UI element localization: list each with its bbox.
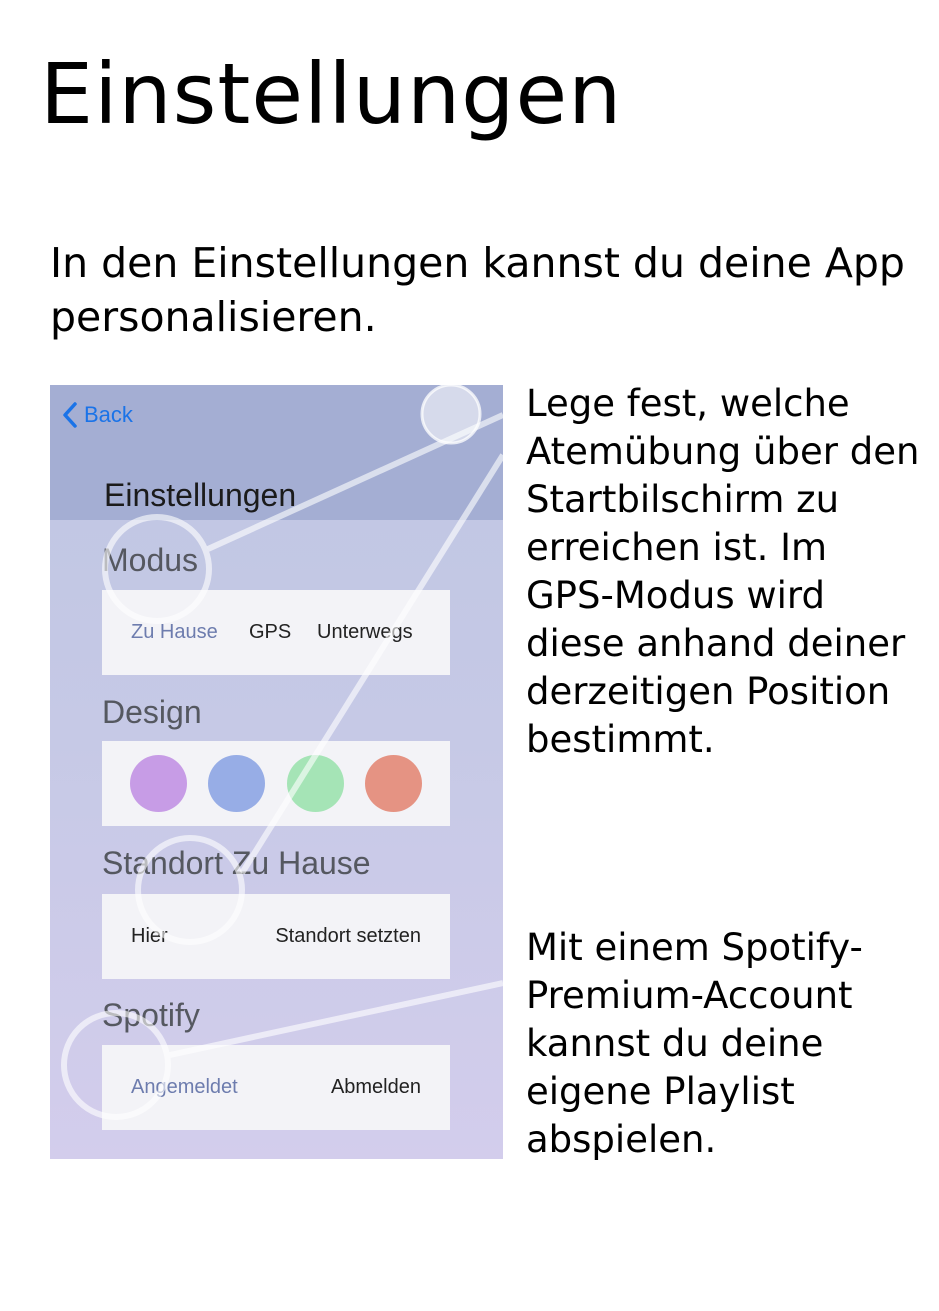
color-swatch-purple[interactable] bbox=[130, 755, 187, 812]
modus-segmented-control: Zu Hause GPS Unterwegs bbox=[102, 590, 450, 675]
logout-button[interactable]: Abmelden bbox=[331, 1045, 421, 1130]
screen-title: Einstellungen bbox=[104, 477, 297, 513]
segment-zu-hause[interactable]: Zu Hause bbox=[131, 590, 218, 675]
color-swatch-red[interactable] bbox=[365, 755, 422, 812]
intro-text: In den Einstellungen kannst du deine App… bbox=[50, 239, 905, 341]
section-label-design: Design bbox=[102, 694, 202, 730]
section-label-standort: Standort Zu Hause bbox=[102, 845, 371, 881]
back-label: Back bbox=[84, 402, 133, 427]
section-label-spotify: Spotify bbox=[102, 997, 200, 1033]
back-button[interactable]: Back bbox=[62, 399, 133, 431]
annotation-spotify: Mit einem Spotify-Premium-Account kannst… bbox=[526, 926, 863, 1161]
spotify-status: Angemeldet bbox=[131, 1076, 238, 1098]
segment-unterwegs[interactable]: Unterwegs bbox=[317, 590, 413, 675]
navigation-bar: Back Einstellungen bbox=[50, 385, 503, 520]
section-label-modus: Modus bbox=[102, 542, 199, 578]
page-title: Einstellungen bbox=[40, 45, 623, 143]
set-location-button[interactable]: Standort setzten bbox=[275, 894, 421, 979]
color-swatch-blue[interactable] bbox=[208, 755, 265, 812]
chevron-left-icon bbox=[63, 402, 77, 428]
spotify-row: Angemeldet Abmelden bbox=[102, 1045, 450, 1130]
phone-screenshot: Back Einstellungen Modus Zu Hause GPS Un… bbox=[50, 385, 503, 1159]
segment-gps[interactable]: GPS bbox=[249, 590, 291, 675]
design-color-picker bbox=[102, 741, 450, 826]
standort-current-value: Hier bbox=[131, 925, 168, 947]
annotation-modus: Lege fest, welche Atemübung über den Sta… bbox=[526, 382, 920, 761]
color-swatch-green[interactable] bbox=[287, 755, 344, 812]
standort-row: Hier Standort setzten bbox=[102, 894, 450, 979]
